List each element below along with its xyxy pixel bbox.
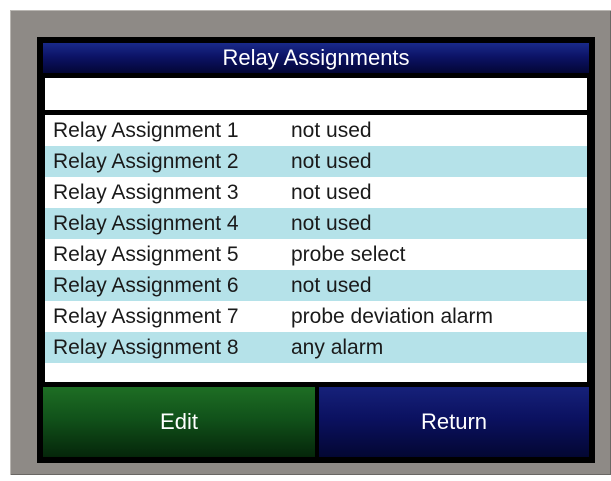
- relay-label: Relay Assignment 6: [53, 274, 239, 297]
- relay-label: Relay Assignment 5: [53, 243, 239, 266]
- relay-row-5[interactable]: Relay Assignment 5 probe select: [45, 239, 587, 270]
- relay-value: not used: [291, 119, 372, 142]
- relay-label: Relay Assignment 8: [53, 336, 239, 359]
- relay-value: probe select: [291, 243, 406, 266]
- relay-value: probe deviation alarm: [291, 305, 493, 328]
- relay-label: Relay Assignment 1: [53, 119, 239, 142]
- relay-row-8[interactable]: Relay Assignment 8 any alarm: [45, 332, 587, 363]
- edit-button[interactable]: Edit: [43, 387, 315, 457]
- relay-label: Relay Assignment 4: [53, 212, 239, 235]
- relay-value: not used: [291, 274, 372, 297]
- relay-row-7[interactable]: Relay Assignment 7 probe deviation alarm: [45, 301, 587, 332]
- relay-label: Relay Assignment 7: [53, 305, 239, 328]
- relay-row-1[interactable]: Relay Assignment 1 not used: [45, 115, 587, 146]
- value-entry-field[interactable]: [45, 78, 587, 110]
- relay-label: Relay Assignment 3: [53, 181, 239, 204]
- relay-row-4[interactable]: Relay Assignment 4 not used: [45, 208, 587, 239]
- screen-title: Relay Assignments: [43, 43, 589, 73]
- relay-value: not used: [291, 212, 372, 235]
- relay-row-2[interactable]: Relay Assignment 2 not used: [45, 146, 587, 177]
- relay-value: not used: [291, 181, 372, 204]
- relay-row-3[interactable]: Relay Assignment 3 not used: [45, 177, 587, 208]
- relay-value: any alarm: [291, 336, 384, 359]
- relay-assignment-list: Relay Assignment 1 not used Relay Assign…: [45, 115, 587, 382]
- relay-value: not used: [291, 150, 372, 173]
- relay-label: Relay Assignment 2: [53, 150, 239, 173]
- return-button[interactable]: Return: [319, 387, 589, 457]
- relay-row-6[interactable]: Relay Assignment 6 not used: [45, 270, 587, 301]
- touch-screen: Relay Assignments Relay Assignment 1 not…: [37, 37, 595, 463]
